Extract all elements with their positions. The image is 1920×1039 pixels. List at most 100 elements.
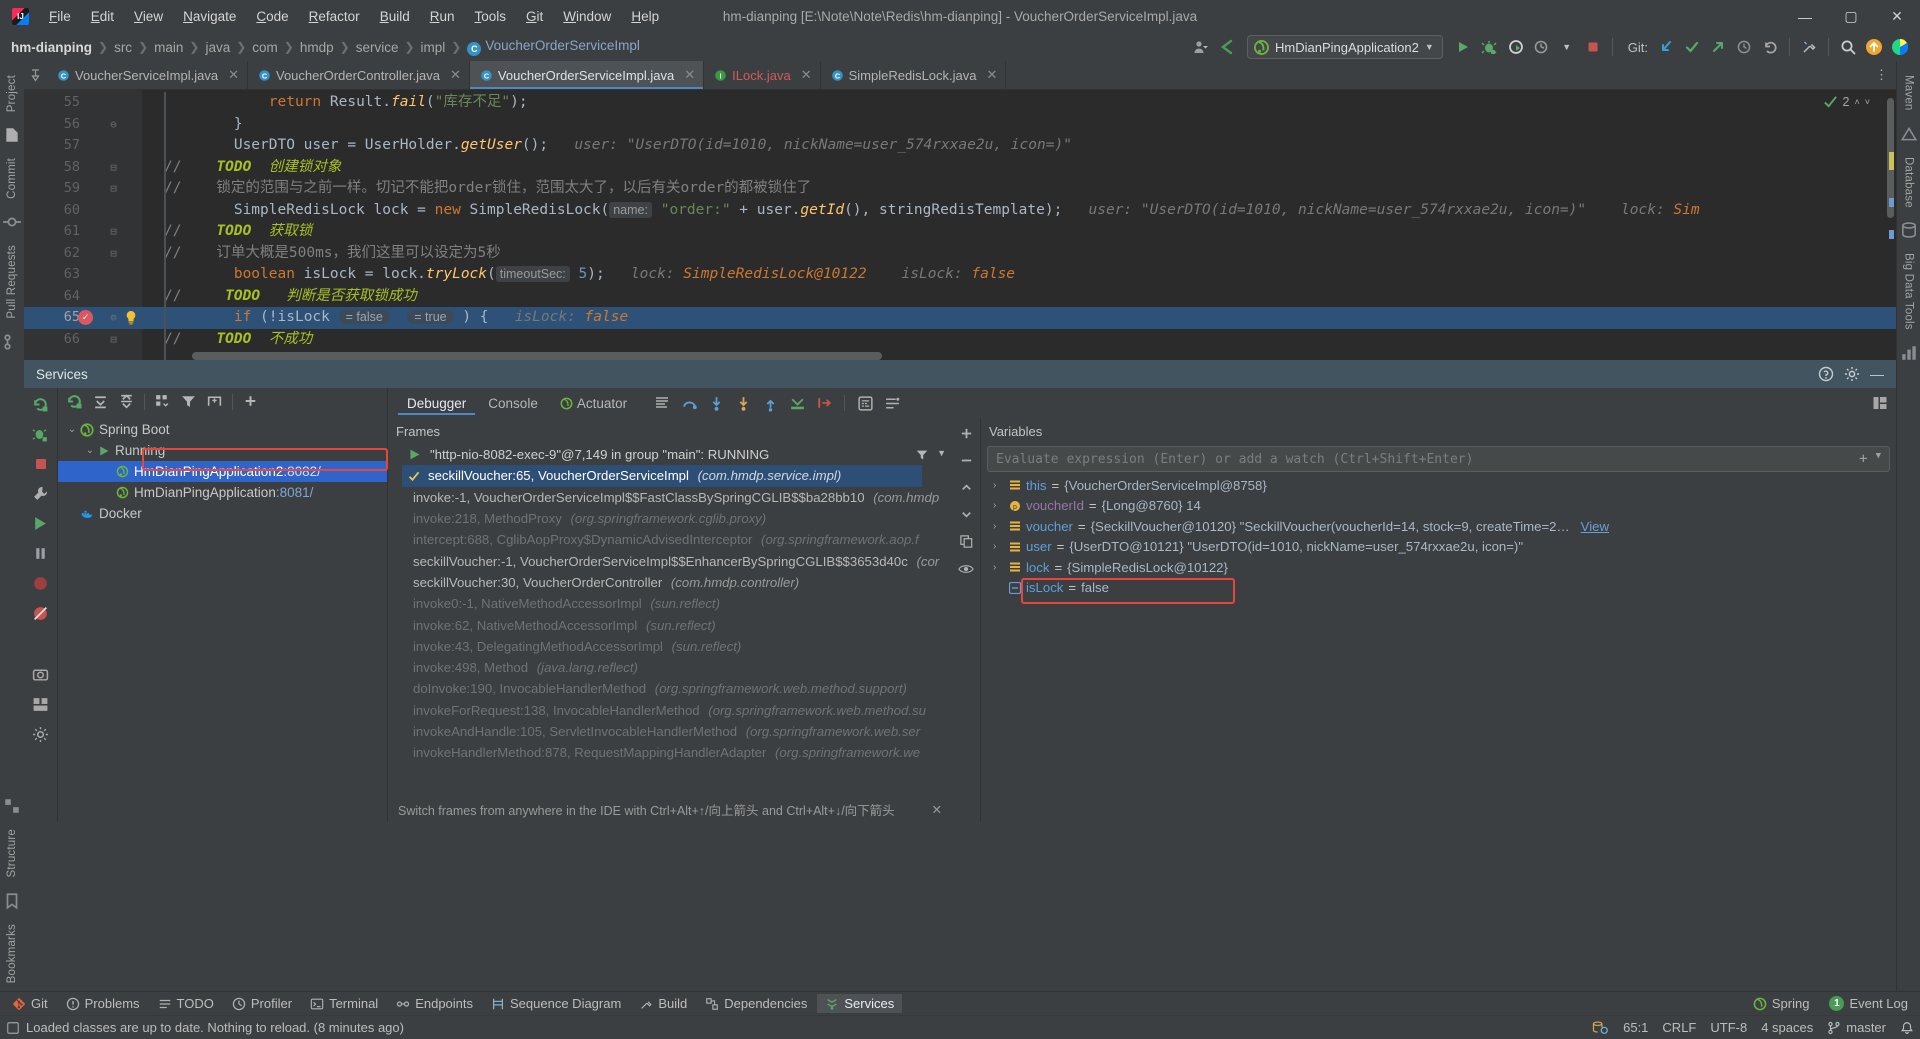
code-fold-icon[interactable]: ⊖ xyxy=(108,114,119,136)
menu-bar[interactable]: File Edit View Navigate Code Refactor Build Run… xyxy=(39,5,669,28)
update-available-icon[interactable] xyxy=(1862,35,1886,59)
git-rollback-icon[interactable] xyxy=(1758,35,1782,59)
variable-row-user[interactable]: › user = {UserDTO@10121} "UserDTO(id=1010, … xyxy=(985,537,1896,558)
code-line-56[interactable]: } xyxy=(164,114,243,136)
run-button[interactable] xyxy=(1451,35,1475,59)
breadcrumb[interactable]: hm-dianping ❯ src ❯ main ❯ java ❯ com ❯ hmdp ❯ servi… xyxy=(8,36,643,58)
git-commit-icon[interactable] xyxy=(1680,35,1704,59)
stack-frame-row[interactable]: seckillVoucher:65, VoucherOrderServiceIm… xyxy=(402,465,922,487)
git-history-icon[interactable] xyxy=(1732,35,1756,59)
gutter-line-59[interactable]: 59 ⊟ xyxy=(24,178,142,200)
stop-button[interactable] xyxy=(1581,35,1605,59)
editor-tab-ilock[interactable]: I ILock.java ✕ xyxy=(704,61,821,89)
stack-frame-row[interactable]: invoke0:-1, NativeMethodAccessorImpl (su… xyxy=(402,593,952,614)
variable-row-lock[interactable]: › lock = {SimpleRedisLock@10122} xyxy=(985,557,1896,578)
expand-variable-arrow[interactable]: › xyxy=(993,480,996,491)
eye-icon[interactable] xyxy=(958,561,974,577)
evaluate-expression-icon[interactable] xyxy=(853,391,877,415)
error-stripe-marker[interactable] xyxy=(1889,198,1894,207)
add-watch-icon[interactable]: + xyxy=(1859,451,1867,467)
code-fold-icon[interactable]: ⊟ xyxy=(108,221,119,243)
move-up-icon[interactable] xyxy=(959,480,974,495)
pause-program-icon[interactable] xyxy=(32,545,49,562)
code-line-63[interactable]: boolean isLock = lock.tryLock(timeoutSec… xyxy=(164,264,1015,286)
close-tab-icon[interactable]: ✕ xyxy=(987,67,998,83)
debug-button[interactable] xyxy=(1477,35,1501,59)
services-tree-node-hmdianpingapplication2[interactable]: HmDianPingApplication2 :8082/ xyxy=(58,461,387,482)
stack-frame-row[interactable]: invoke:43, DelegatingMethodAccessorImpl … xyxy=(402,636,952,657)
git-branch[interactable]: master xyxy=(1827,1020,1886,1035)
expand-variable-arrow[interactable]: › xyxy=(993,541,996,552)
tree-expand-arrow[interactable]: ⌄ xyxy=(82,445,98,456)
variable-row-this[interactable]: › this = {VoucherOrderServiceImpl@8758} xyxy=(985,475,1896,496)
camera-icon[interactable] xyxy=(32,666,49,683)
debugger-layout-settings-icon[interactable] xyxy=(1872,391,1896,415)
code-line-59[interactable]: // 锁定的范围与之前一样。切记不能把order锁住，范围太大了，以后有关ord… xyxy=(164,178,811,200)
variables-list[interactable]: › this = {VoucherOrderServiceImpl@8758} › p vo… xyxy=(981,475,1896,821)
breadcrumb-item-service[interactable]: service xyxy=(353,38,402,57)
close-button[interactable]: ✕ xyxy=(1874,0,1920,33)
add-service-icon[interactable] xyxy=(242,393,259,410)
variable-row-voucherId[interactable]: › p voucherId = {Long@8760} 14 xyxy=(985,496,1896,517)
stack-frame-row[interactable]: seckillVoucher:-1, VoucherOrderServiceIm… xyxy=(402,550,952,571)
code-line-58[interactable]: // TODO 创建锁对象 xyxy=(164,157,341,179)
menu-item-run[interactable]: Run xyxy=(420,5,465,28)
git-push-icon[interactable] xyxy=(1706,35,1730,59)
error-stripe-warning[interactable] xyxy=(1889,152,1894,170)
menu-item-build[interactable]: Build xyxy=(370,5,420,28)
services-tree-node-running[interactable]: ⌄ Running xyxy=(58,440,387,461)
gutter-line-58[interactable]: 58 ⊟ xyxy=(24,157,142,179)
indent-setting[interactable]: 4 spaces xyxy=(1761,1020,1813,1035)
pull-request-icon[interactable] xyxy=(3,333,21,351)
bottom-bar-services[interactable]: Services xyxy=(817,994,903,1013)
minimize-button[interactable]: — xyxy=(1782,0,1828,33)
gutter-line-57[interactable]: 57 xyxy=(24,135,142,157)
notifications-icon[interactable] xyxy=(1900,1021,1914,1035)
build-icon[interactable] xyxy=(1797,35,1821,59)
drop-frame-icon[interactable] xyxy=(785,391,809,415)
inspection-widget[interactable]: 2 ˄ ˅ xyxy=(1823,94,1870,109)
debugger-tab-bar[interactable]: Debugger Console Actuator xyxy=(388,388,1896,418)
settings-list-icon[interactable] xyxy=(880,391,904,415)
stack-frame-row[interactable]: invoke:62, NativeMethodAccessorImpl (sun… xyxy=(402,614,952,635)
tab-options-icon[interactable]: ⋮ xyxy=(1867,61,1896,89)
expand-all-icon[interactable] xyxy=(92,393,109,410)
close-tab-icon[interactable]: ✕ xyxy=(684,67,695,83)
user-account-icon[interactable] xyxy=(1189,35,1213,59)
code-fold-icon[interactable]: ⊟ xyxy=(108,157,119,179)
sidebar-item-commit[interactable]: Commit xyxy=(6,150,18,207)
debugger-thread-row[interactable]: "http-nio-8082-exec-9"@7,149 in group "m… xyxy=(402,444,952,465)
close-tab-icon[interactable]: ✕ xyxy=(450,67,461,83)
bottom-bar-endpoints[interactable]: Endpoints xyxy=(388,994,481,1013)
editor-gutter[interactable]: 55 56 ⊖ 57 58 ⊟ 59 ⊟ 60 61 ⊟ 62 ⊟ 63 64 65⊜66 ⊟ xyxy=(24,90,142,360)
bookmarks-icon[interactable] xyxy=(3,892,21,910)
minimize-tool-window-icon[interactable]: — xyxy=(1870,366,1884,382)
close-tab-icon[interactable]: ✕ xyxy=(801,67,812,83)
chevron-down-icon[interactable]: ˅ xyxy=(1865,97,1870,107)
big-data-tools-icon[interactable] xyxy=(1900,344,1918,362)
stack-frame-row[interactable]: invoke:498, Method (java.lang.reflect) xyxy=(402,657,952,678)
stack-frame-row[interactable]: invokeForRequest:138, InvocableHandlerMe… xyxy=(402,700,952,721)
structure-panel-icon[interactable] xyxy=(3,797,21,815)
remove-watch-icon[interactable] xyxy=(959,453,974,468)
tree-expand-arrow[interactable]: ⌄ xyxy=(64,424,80,435)
add-tab-icon[interactable] xyxy=(206,393,223,410)
help-icon[interactable] xyxy=(1818,366,1834,382)
debugger-tab-actuator[interactable]: Actuator xyxy=(551,392,636,415)
expand-variable-arrow[interactable]: › xyxy=(993,562,996,573)
filter-icon[interactable] xyxy=(180,393,197,410)
database-sync-icon[interactable] xyxy=(1592,1020,1609,1035)
force-step-into-icon[interactable] xyxy=(731,391,755,415)
breadcrumb-item-src[interactable]: src xyxy=(111,38,135,57)
gutter-line-61[interactable]: 61 ⊟ xyxy=(24,221,142,243)
debugger-tab-console[interactable]: Console xyxy=(479,392,547,415)
code-editor[interactable]: 55 56 ⊖ 57 58 ⊟ 59 ⊟ 60 61 ⊟ 62 ⊟ 63 64 65⊜66 ⊟ 2 ˄ ˅ re… xyxy=(24,90,1896,360)
stack-frame-row[interactable]: invoke:218, MethodProxy (org.springframe… xyxy=(402,508,952,529)
variable-row-voucher[interactable]: › voucher = {SeckillVoucher@10120} "Seckill… xyxy=(985,516,1896,537)
menu-item-view[interactable]: View xyxy=(124,5,173,28)
database-icon[interactable] xyxy=(1900,221,1918,239)
stack-frame-row[interactable]: doInvoke:190, InvocableHandlerMethod (or… xyxy=(402,678,952,699)
code-line-55[interactable]: return Result.fail("库存不足"); xyxy=(164,92,528,114)
console-layout-icon[interactable] xyxy=(650,391,674,415)
close-hint-icon[interactable]: ✕ xyxy=(932,802,942,817)
